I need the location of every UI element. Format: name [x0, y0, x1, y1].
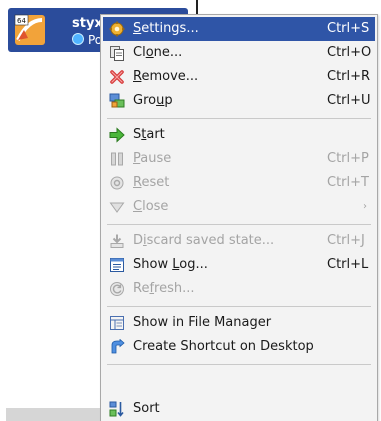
menu-item-label: Create Shortcut on Desktop [133, 339, 314, 354]
start-arrow-icon [109, 127, 125, 143]
menu-item-label: Group [133, 93, 173, 108]
menu-item-settings[interactable]: Settings... Ctrl+S [103, 17, 375, 41]
menu-item-label: Start [133, 127, 165, 142]
menu-item-label: Clone... [133, 45, 183, 60]
menu-item-shortcut: Ctrl+T [327, 175, 369, 190]
os-bits-badge: 64 [17, 17, 26, 25]
menu-item-start[interactable]: Start [103, 123, 375, 147]
group-icon [109, 93, 125, 108]
menu-item-shortcut: Ctrl+R [327, 69, 371, 84]
close-icon [109, 202, 125, 213]
powered-off-icon [72, 33, 84, 45]
menu-item-close[interactable]: Close › [103, 195, 375, 219]
menu-item-refresh[interactable]: Refresh... [103, 277, 375, 301]
discard-icon [110, 234, 124, 248]
menu-item-shortcut: Ctrl+S [327, 21, 370, 36]
gear-icon [109, 21, 125, 37]
pause-icon [111, 152, 123, 166]
virtualbox-manager: 64 styx ( Po Settings... Ctrl+S Clone...… [0, 0, 381, 421]
menu-item-label: Show in File Manager [133, 315, 272, 330]
status-strip [6, 408, 101, 421]
menu-item-shortcut: Ctrl+L [327, 257, 369, 272]
menu-item-reset[interactable]: Reset Ctrl+T [103, 171, 375, 195]
menu-separator [107, 224, 371, 225]
menu-item-discard-saved-state[interactable]: Discard saved state... Ctrl+J [103, 229, 375, 253]
menu-item-label: Remove... [133, 69, 199, 84]
menu-item-pause[interactable]: Pause Ctrl+P [103, 147, 375, 171]
menu-item-group[interactable]: Group Ctrl+U [103, 89, 375, 113]
menu-item-create-shortcut[interactable]: Create Shortcut on Desktop [103, 335, 375, 359]
menu-item-shortcut: Ctrl+J [327, 233, 365, 248]
sort-icon [109, 401, 124, 417]
menu-item-label: Pause [133, 151, 172, 166]
menu-item-show-log[interactable]: Show Log... Ctrl+L [103, 253, 375, 277]
os-type-icon: 64 [14, 14, 45, 45]
reset-icon [110, 176, 124, 190]
menu-item-label: Close [133, 199, 169, 214]
file-manager-icon [110, 316, 124, 330]
menu-item-label: Show Log... [133, 257, 208, 272]
menu-item-shortcut: Ctrl+P [327, 151, 369, 166]
menu-item-label: Settings... [133, 21, 199, 36]
menu-item-remove[interactable]: Remove... Ctrl+R [103, 65, 375, 89]
menu-item-label: Reset [133, 175, 170, 190]
clone-icon [110, 46, 124, 61]
menu-item-label: Sort [133, 401, 160, 416]
menu-item-show-in-file-manager[interactable]: Show in File Manager [103, 311, 375, 335]
submenu-arrow-icon: › [363, 201, 367, 212]
menu-separator [107, 118, 371, 119]
menu-item-shortcut: Ctrl+O [327, 45, 372, 60]
log-icon [110, 258, 124, 272]
menu-separator [107, 306, 371, 307]
remove-icon [110, 70, 124, 84]
menu-separator [107, 364, 371, 365]
shortcut-icon [111, 339, 125, 354]
menu-item-sort[interactable]: Sort [103, 397, 375, 421]
menu-item-label: Discard saved state... [133, 233, 275, 248]
menu-item-clone[interactable]: Clone... Ctrl+O [103, 41, 375, 65]
menu-item-shortcut: Ctrl+U [327, 93, 371, 108]
vm-state: Po [72, 33, 102, 47]
menu-item-label: Refresh... [133, 281, 195, 296]
vm-context-menu: Settings... Ctrl+S Clone... Ctrl+O Remov… [100, 14, 378, 421]
refresh-icon [110, 282, 124, 296]
